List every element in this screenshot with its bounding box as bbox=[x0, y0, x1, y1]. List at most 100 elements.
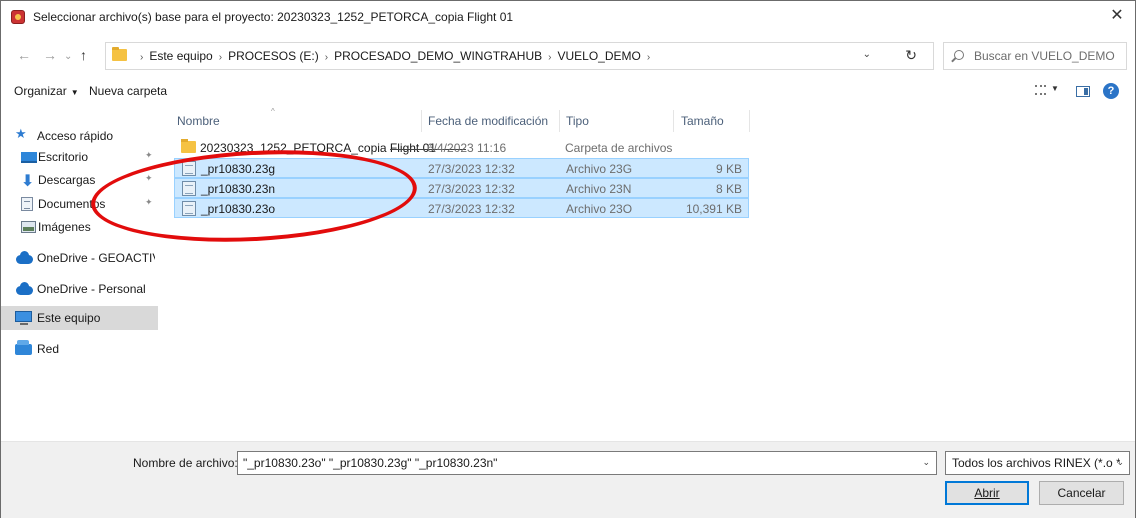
sidebar-item-desktop[interactable]: Escritorio ✦ bbox=[1, 145, 158, 169]
sidebar-item-label: Imágenes bbox=[38, 220, 91, 234]
file-type: Archivo 23G bbox=[566, 162, 633, 176]
filter-value: Todos los archivos RINEX (*.o *. bbox=[952, 456, 1120, 470]
star-icon: ★ bbox=[15, 126, 27, 141]
sidebar-item-label: OneDrive - GEOACTIV bbox=[37, 251, 155, 265]
breadcrumb-item[interactable]: PROCESOS (E:) bbox=[228, 49, 319, 63]
file-row[interactable]: _pr10830.23o 27/3/2023 12:32 Archivo 23O… bbox=[174, 198, 749, 218]
filename-value: "_pr10830.23o" "_pr10830.23g" "_pr10830.… bbox=[243, 456, 498, 470]
file-icon bbox=[182, 161, 196, 176]
breadcrumb-separator-icon[interactable]: › bbox=[325, 52, 328, 63]
onedrive-icon bbox=[16, 282, 33, 295]
file-type-filter-select[interactable]: Todos los archivos RINEX (*.o *. ⌄ bbox=[945, 451, 1130, 475]
breadcrumb-separator-icon[interactable]: › bbox=[647, 52, 650, 63]
open-button-label: Abrir bbox=[974, 486, 1000, 500]
column-header-name[interactable]: Nombre bbox=[177, 110, 421, 136]
breadcrumb-item[interactable]: VUELO_DEMO bbox=[557, 49, 640, 63]
dialog-footer: Nombre de archivo: "_pr10830.23o" "_pr10… bbox=[1, 441, 1135, 518]
breadcrumb: › Este equipo › PROCESOS (E:) › PROCESADO_DEM… bbox=[134, 49, 656, 63]
sidebar-item-onedrive-personal[interactable]: OneDrive - Personal bbox=[1, 277, 158, 301]
file-size: 10,391 KB bbox=[685, 202, 742, 216]
search-icon bbox=[954, 50, 964, 60]
column-divider[interactable] bbox=[673, 110, 674, 132]
desktop-icon bbox=[21, 152, 37, 163]
file-date: 27/3/2023 12:32 bbox=[428, 202, 515, 216]
file-row[interactable]: _pr10830.23g 27/3/2023 12:32 Archivo 23G… bbox=[174, 158, 749, 178]
recent-locations-chevron-icon[interactable]: ⌄ bbox=[64, 50, 72, 64]
column-divider[interactable] bbox=[421, 110, 422, 132]
forward-arrow-icon[interactable]: → bbox=[43, 48, 57, 62]
address-bar[interactable]: › Este equipo › PROCESOS (E:) › PROCESADO_DEM… bbox=[105, 42, 934, 70]
cancel-button[interactable]: Cancelar bbox=[1039, 481, 1124, 505]
pin-icon[interactable]: ✦ bbox=[145, 173, 153, 184]
column-header-type[interactable]: Tipo bbox=[566, 110, 671, 136]
chevron-down-icon[interactable]: ⌄ bbox=[922, 457, 930, 468]
breadcrumb-separator-icon[interactable]: › bbox=[140, 52, 143, 63]
organize-label: Organizar bbox=[14, 84, 67, 98]
file-size: 8 KB bbox=[715, 182, 742, 196]
breadcrumb-item[interactable]: Este equipo bbox=[149, 49, 212, 63]
chevron-down-icon: ⌄ bbox=[1116, 457, 1124, 467]
sidebar-item-downloads[interactable]: ⬇ Descargas ✦ bbox=[1, 168, 158, 192]
sidebar-item-label: OneDrive - Personal bbox=[37, 282, 146, 296]
file-date: 27/3/2023 12:32 bbox=[428, 182, 515, 196]
sidebar-item-documents[interactable]: Documentos ✦ bbox=[1, 192, 158, 216]
file-date: 6/4/2023 11:16 bbox=[427, 141, 507, 155]
search-input[interactable]: Buscar en VUELO_DEMO bbox=[943, 42, 1127, 70]
file-size: 9 KB bbox=[715, 162, 742, 176]
open-button[interactable]: Abrir bbox=[945, 481, 1029, 505]
file-row[interactable]: _pr10830.23n 27/3/2023 12:32 Archivo 23N… bbox=[174, 178, 749, 198]
sidebar-item-pictures[interactable]: Imágenes bbox=[1, 215, 158, 239]
file-name: _pr10830.23n bbox=[201, 182, 276, 196]
filename-input[interactable]: "_pr10830.23o" "_pr10830.23g" "_pr10830.… bbox=[237, 451, 937, 475]
preview-pane-icon[interactable] bbox=[1076, 86, 1090, 97]
command-bar: Organizar ▼ Nueva carpeta ▼ ? bbox=[1, 79, 1135, 105]
column-header-label: Tipo bbox=[566, 114, 589, 128]
column-header-size[interactable]: Tamaño bbox=[681, 110, 749, 136]
download-icon: ⬇ bbox=[21, 173, 35, 190]
address-dropdown-chevron-icon[interactable]: ⌄ bbox=[863, 49, 871, 60]
pin-icon[interactable]: ✦ bbox=[145, 150, 153, 161]
title-bar: Seleccionar archivo(s) base para el proy… bbox=[1, 1, 1135, 33]
breadcrumb-separator-icon[interactable]: › bbox=[219, 52, 222, 63]
pin-icon[interactable]: ✦ bbox=[145, 197, 153, 208]
file-type: Archivo 23O bbox=[566, 202, 633, 216]
file-open-dialog: Seleccionar archivo(s) base para el proy… bbox=[0, 0, 1136, 518]
folder-icon bbox=[112, 47, 127, 61]
sidebar-item-onedrive-geoactiv[interactable]: OneDrive - GEOACTIV bbox=[1, 246, 158, 270]
back-arrow-icon[interactable]: ← bbox=[17, 48, 31, 62]
up-arrow-icon[interactable]: ↑ bbox=[80, 48, 87, 62]
sidebar-item-label: Documentos bbox=[38, 197, 106, 211]
file-type: Carpeta de archivos bbox=[565, 141, 673, 155]
breadcrumb-item[interactable]: PROCESADO_DEMO_WINGTRAHUB bbox=[334, 49, 542, 63]
close-button[interactable]: ✕ bbox=[1099, 1, 1135, 33]
filename-label: Nombre de archivo: bbox=[133, 456, 238, 470]
file-row-folder[interactable]: 20230323_1252_PETORCA_copia Flight 01 6/… bbox=[174, 138, 749, 158]
search-placeholder: Buscar en VUELO_DEMO bbox=[974, 49, 1115, 63]
column-divider[interactable] bbox=[559, 110, 560, 132]
app-icon bbox=[11, 10, 25, 24]
pictures-icon bbox=[21, 221, 36, 233]
file-name: _pr10830.23g bbox=[201, 162, 276, 176]
onedrive-icon bbox=[16, 251, 33, 264]
file-icon bbox=[182, 181, 196, 196]
navigation-bar: ← → ⌄ ↑ › Este equipo › PROCESOS (E:) › PROCE… bbox=[1, 41, 1135, 71]
column-header-date[interactable]: Fecha de modificación bbox=[428, 110, 558, 136]
column-divider[interactable] bbox=[749, 110, 750, 132]
breadcrumb-separator-icon[interactable]: › bbox=[548, 52, 551, 63]
organize-button[interactable]: Organizar ▼ bbox=[14, 84, 79, 98]
sidebar-item-network[interactable]: Red bbox=[1, 337, 158, 361]
column-header-label: Tamaño bbox=[681, 114, 724, 128]
column-header-label: Nombre bbox=[177, 114, 220, 128]
sidebar-item-label: Red bbox=[37, 342, 60, 356]
new-folder-button[interactable]: Nueva carpeta bbox=[89, 84, 167, 98]
sidebar-item-this-pc[interactable]: Este equipo bbox=[1, 306, 158, 330]
file-name: _pr10830.23o bbox=[201, 202, 276, 216]
help-icon[interactable]: ? bbox=[1103, 83, 1119, 99]
refresh-icon[interactable]: ↻ bbox=[905, 47, 917, 64]
network-icon bbox=[15, 340, 32, 355]
column-header-label: Fecha de modificación bbox=[428, 114, 549, 128]
computer-icon bbox=[15, 311, 32, 325]
file-date: 27/3/2023 12:32 bbox=[428, 162, 515, 176]
chevron-down-icon: ▼ bbox=[70, 88, 79, 97]
change-view-button[interactable]: ▼ bbox=[1035, 84, 1061, 98]
